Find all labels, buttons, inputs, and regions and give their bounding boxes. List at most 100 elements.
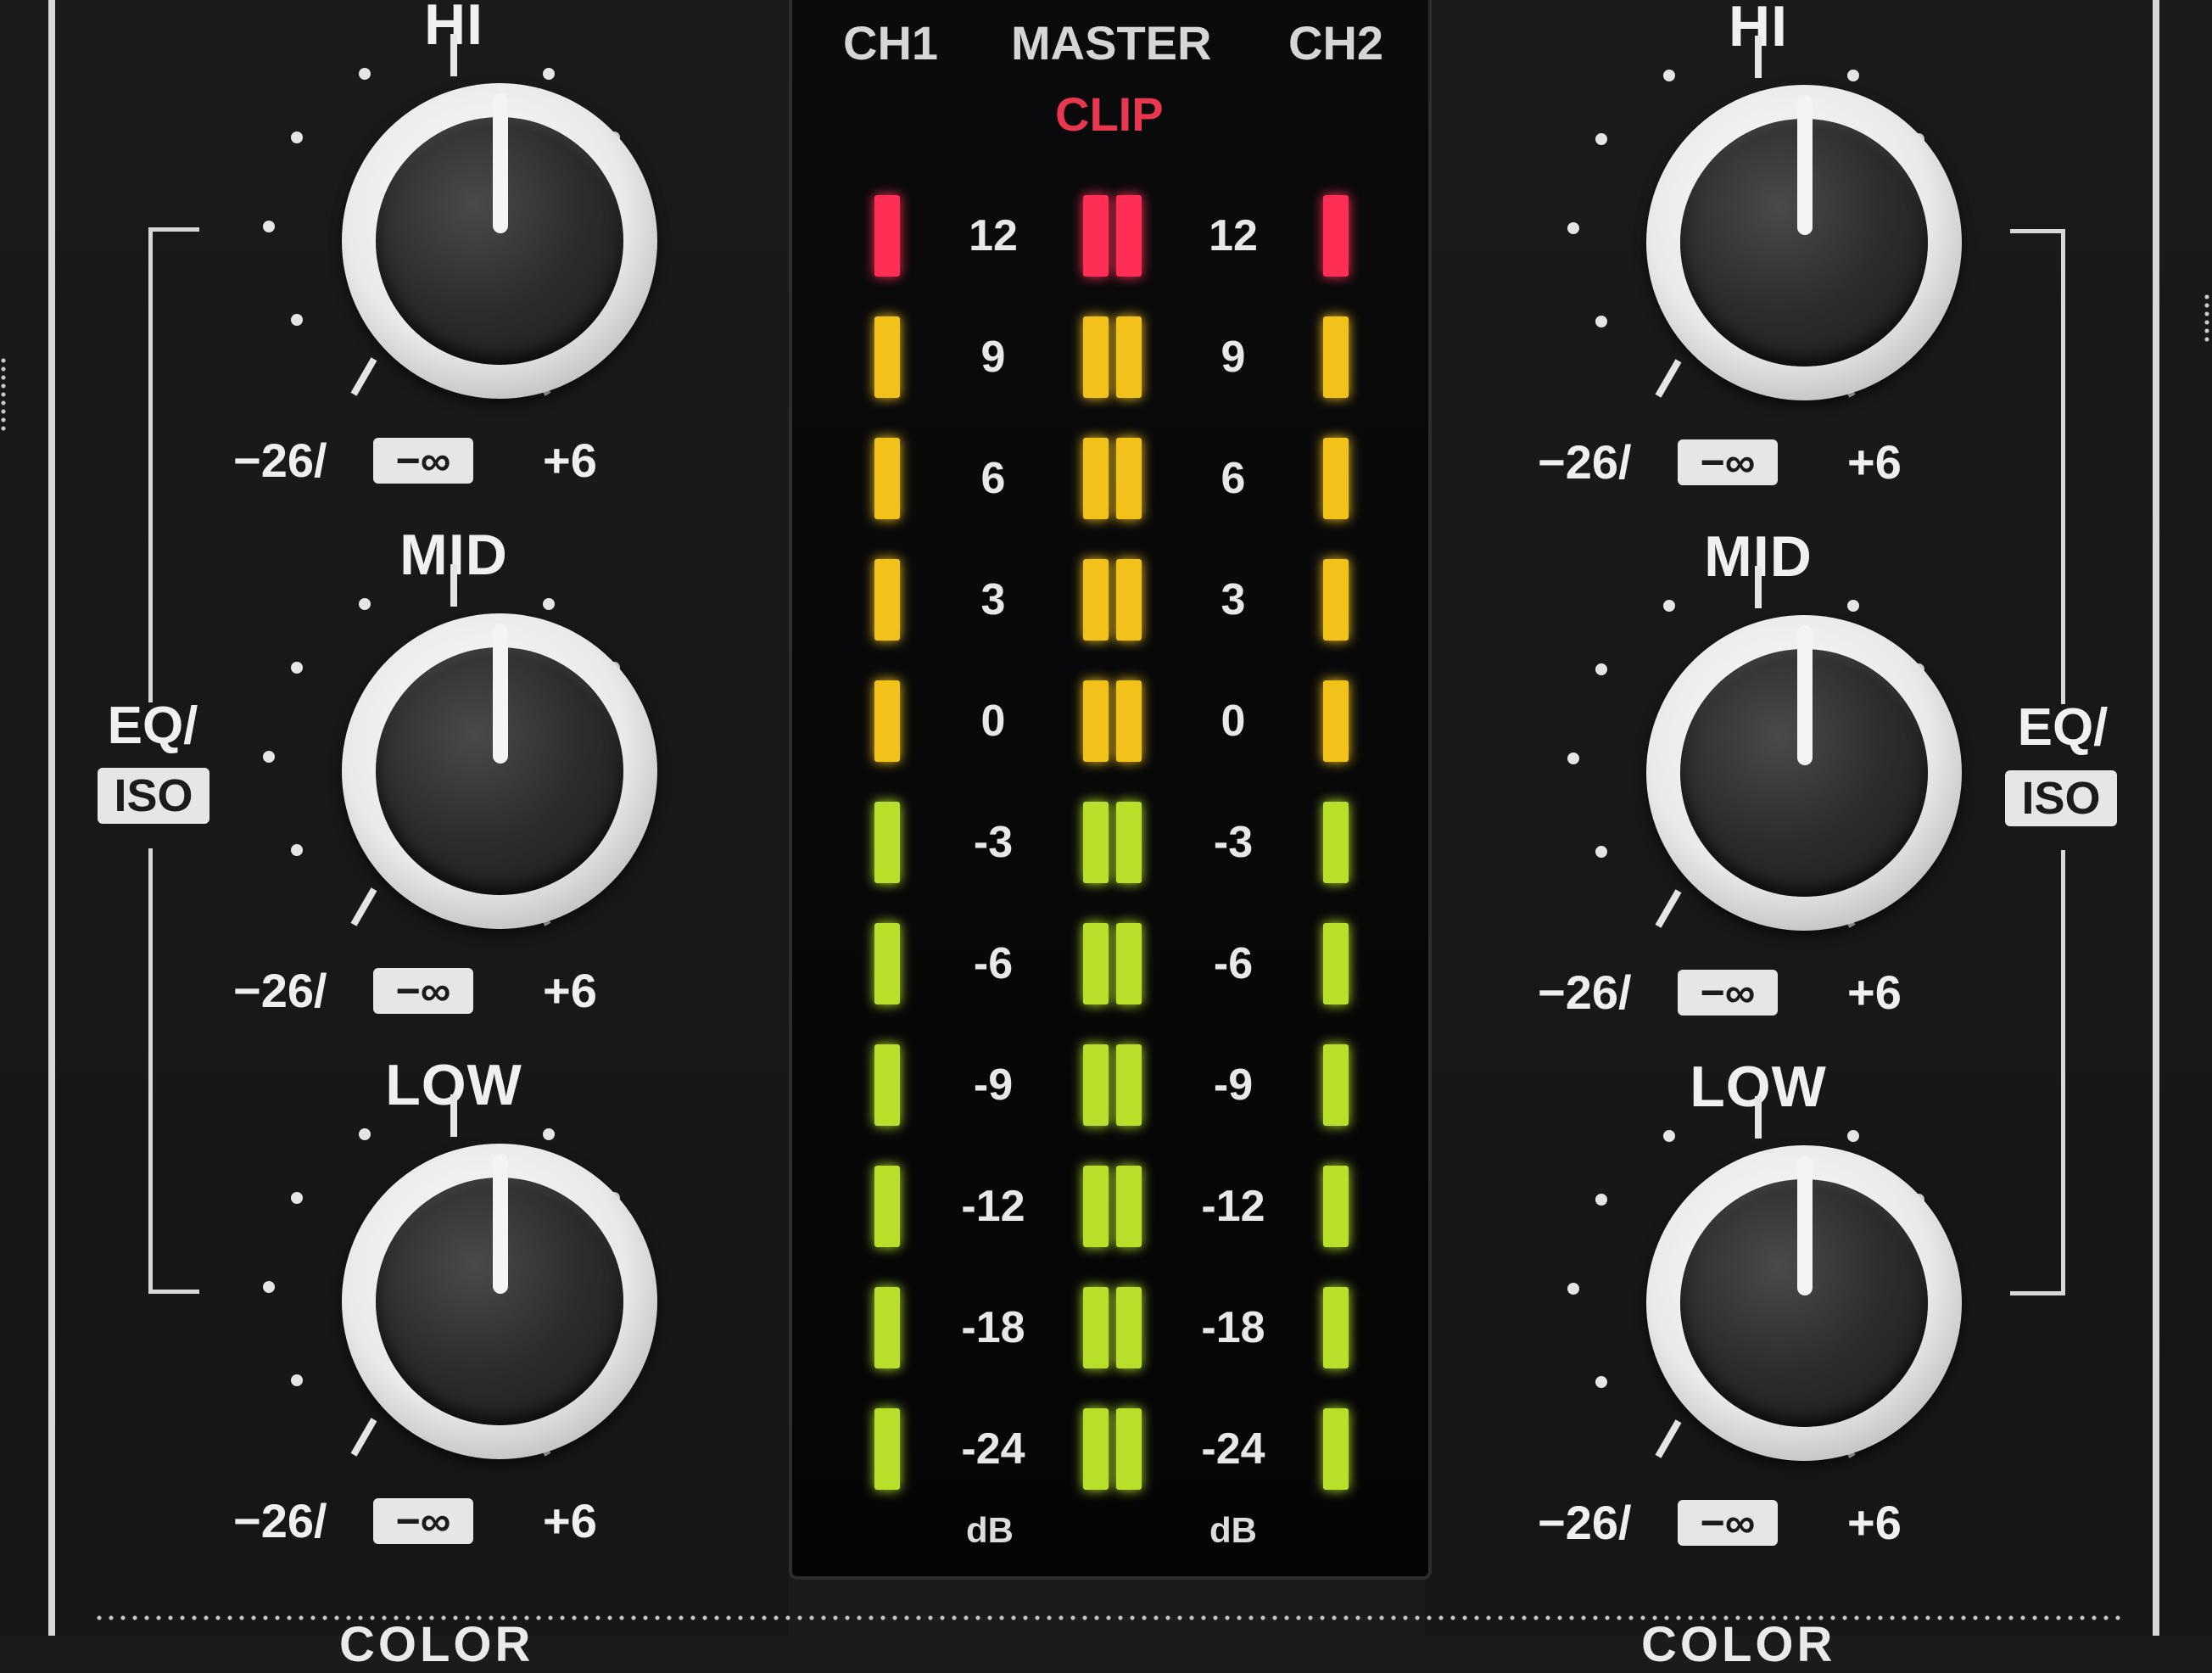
ch1-led-segment <box>874 195 900 277</box>
range-min: −26/ <box>233 1494 327 1547</box>
master-right-led-segment <box>1116 316 1142 398</box>
master-left-led-segment <box>1083 1408 1109 1490</box>
range-infinity: −∞ <box>1678 970 1778 1016</box>
left-edge-trim <box>48 0 55 1636</box>
meter-scale-right: 6 <box>1221 454 1246 503</box>
meter-scale-left: -12 <box>961 1182 1025 1231</box>
ch1-meter-label: CH1 <box>843 16 939 70</box>
meter-scale-left: -6 <box>973 939 1014 988</box>
master-right-led-segment <box>1116 1166 1142 1247</box>
low-eq-knob[interactable] <box>1646 1145 1962 1461</box>
low-eq-knob[interactable] <box>342 1144 657 1459</box>
meter-scale-left: -24 <box>961 1424 1025 1474</box>
tick-mark <box>1663 70 1675 81</box>
tick-mark <box>543 598 555 610</box>
tick-mark <box>263 1281 275 1293</box>
iso-badge: ISO <box>2005 770 2117 826</box>
ch2-led-segment <box>1323 1044 1349 1126</box>
tick-mark <box>1567 222 1579 234</box>
meter-scale-right: -3 <box>1213 818 1254 867</box>
master-left-led-segment <box>1083 438 1109 519</box>
range-min: −26/ <box>1538 1496 1632 1549</box>
ch2-led-segment <box>1323 1166 1349 1247</box>
ch1-led-segment <box>874 1408 900 1490</box>
meter-scale-left: 9 <box>980 333 1006 382</box>
range-min: −26/ <box>1538 435 1632 489</box>
tick-mark <box>1663 600 1675 612</box>
right-mid-knob-group: MID −26/ −∞ +6 <box>1521 524 1996 1109</box>
tick-mark <box>263 221 275 232</box>
mid-eq-knob[interactable] <box>1646 615 1962 931</box>
tick-mark <box>350 887 377 926</box>
meter-scale-right: -12 <box>1201 1182 1265 1231</box>
tick-mark <box>291 1192 303 1204</box>
range-min: −26/ <box>233 434 327 487</box>
knob-pointer <box>1797 95 1813 235</box>
iso-badge: ISO <box>98 768 209 824</box>
mid-eq-knob[interactable] <box>342 613 657 929</box>
master-left-led-segment <box>1083 316 1109 398</box>
right-low-knob-group: LOW −26/ −∞ +6 <box>1521 1055 1996 1639</box>
range-max: +6 <box>1847 435 1902 489</box>
range-infinity: −∞ <box>373 438 473 484</box>
master-right-led-segment <box>1116 1408 1142 1490</box>
right-side-marker <box>2204 293 2210 344</box>
ch2-led-segment <box>1323 1408 1349 1490</box>
tick-mark <box>291 844 303 856</box>
ch1-led-segment <box>874 316 900 398</box>
meter-scale-right: -24 <box>1201 1424 1265 1474</box>
range-max: +6 <box>543 1494 597 1547</box>
eq-bracket-upper <box>148 227 204 702</box>
master-left-led-segment <box>1083 680 1109 762</box>
tick-mark <box>1595 1194 1607 1206</box>
eq-bracket-lower <box>148 848 204 1294</box>
range-min: −26/ <box>233 964 327 1017</box>
meter-scale-right: 9 <box>1221 333 1246 382</box>
master-left-led-segment <box>1083 802 1109 883</box>
db-unit-right: dB <box>1209 1510 1257 1550</box>
knob-pointer <box>1797 625 1813 765</box>
tick-mark <box>1595 133 1607 145</box>
master-left-led-segment <box>1083 1166 1109 1247</box>
tick-mark <box>1847 1130 1859 1142</box>
ch1-led-segment <box>874 680 900 762</box>
range-infinity: −∞ <box>373 1498 473 1544</box>
meter-scale-left: -9 <box>973 1060 1014 1110</box>
right-hi-knob-group: HI −26/ −∞ +6 <box>1521 0 1996 579</box>
ch1-led-segment <box>874 1044 900 1126</box>
ch1-led-segment <box>874 1166 900 1247</box>
hi-eq-knob[interactable] <box>1646 85 1962 400</box>
tick-mark <box>291 1374 303 1386</box>
ch2-led-segment <box>1323 559 1349 641</box>
ch2-led-segment <box>1323 680 1349 762</box>
tick-mark <box>350 1418 377 1457</box>
master-right-led-segment <box>1116 923 1142 1004</box>
range-max: +6 <box>1847 1496 1902 1549</box>
meter-scale-left: -3 <box>973 818 1014 867</box>
ch2-led-segment <box>1323 802 1349 883</box>
tick-mark <box>359 598 371 610</box>
eq-bracket-cap <box>2010 1291 2061 1295</box>
ch2-led-segment <box>1323 438 1349 519</box>
meter-scale-right: 3 <box>1221 575 1246 624</box>
knob-range: −26/ −∞ +6 <box>216 1493 691 1553</box>
tick-mark <box>1595 846 1607 858</box>
range-max: +6 <box>1847 965 1902 1019</box>
tick-mark <box>1755 36 1762 78</box>
tick-mark <box>543 1128 555 1140</box>
ch2-meter-label: CH2 <box>1288 16 1384 70</box>
ch1-led-segment <box>874 438 900 519</box>
tick-mark <box>1755 566 1762 608</box>
meter-scale-right: 0 <box>1221 697 1246 746</box>
tick-mark <box>1663 1130 1675 1142</box>
eq-iso-label: EQ/ <box>107 697 198 755</box>
tick-mark <box>263 751 275 763</box>
tick-mark <box>450 34 457 76</box>
ch2-led-segment <box>1323 195 1349 277</box>
ch1-led-segment <box>874 559 900 641</box>
master-right-led-segment <box>1116 559 1142 641</box>
meter-scale-left: 6 <box>980 454 1006 503</box>
hi-eq-knob[interactable] <box>342 83 657 399</box>
color-section-label-right: COLOR <box>1641 1617 1836 1672</box>
master-left-led-segment <box>1083 1044 1109 1126</box>
